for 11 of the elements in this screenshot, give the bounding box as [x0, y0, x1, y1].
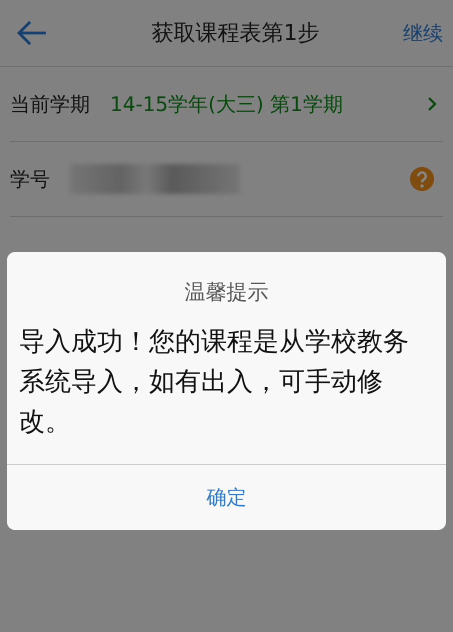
confirm-button[interactable]: 确定: [7, 464, 446, 530]
dialog-title: 温馨提示: [184, 279, 270, 306]
help-icon[interactable]: [409, 166, 435, 192]
chevron-right-icon[interactable]: [427, 96, 437, 112]
field-label: 学号: [10, 166, 50, 192]
back-arrow-icon[interactable]: [16, 20, 48, 46]
page-title: 获取课程表第1步: [152, 20, 320, 48]
semester-value[interactable]: 14-15学年(大三) 第1学期: [110, 90, 427, 118]
field-label: 当前学期: [10, 90, 90, 118]
dialog-message: 导入成功！您的课程是从学校教务系统导入，如有出入，可手动修改。: [18, 326, 410, 439]
continue-link[interactable]: 继续: [403, 20, 443, 46]
